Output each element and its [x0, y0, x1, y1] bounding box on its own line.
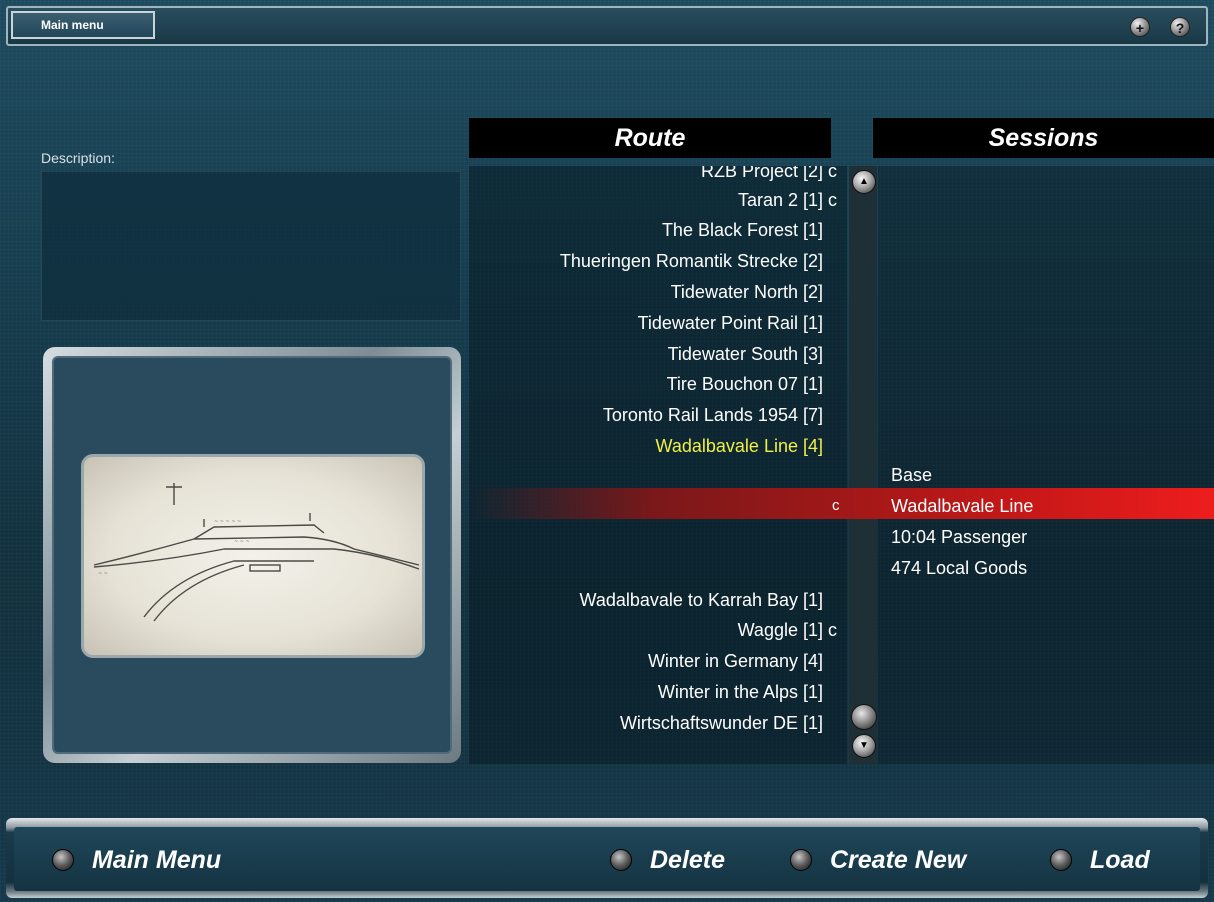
route-item[interactable]: Tire Bouchon 07 [1]: [667, 373, 823, 395]
preview-frame: ~ ~ ~ ~ ~ ~ ~ ~ ~ ~: [43, 347, 461, 763]
help-icon[interactable]: ?: [1170, 17, 1190, 37]
create-new-label: Create New: [830, 845, 967, 874]
description-box: [41, 171, 461, 321]
load-label: Load: [1090, 845, 1150, 874]
route-item[interactable]: Wadalbavale to Karrah Bay [1]: [580, 589, 823, 611]
main-menu-button[interactable]: Main Menu: [52, 842, 221, 878]
session-item[interactable]: Base: [891, 464, 932, 486]
route-item[interactable]: RZB Project [2] c: [701, 166, 837, 182]
route-item[interactable]: Waggle [1] c: [738, 619, 837, 641]
add-icon[interactable]: +: [1130, 17, 1150, 37]
route-item-active[interactable]: Wadalbavale Line [4]: [656, 435, 823, 457]
route-item[interactable]: Winter in the Alps [1]: [658, 681, 823, 703]
route-scrollbar[interactable]: [849, 166, 877, 764]
button-indicator-icon: [610, 849, 632, 871]
route-item[interactable]: Taran 2 [1] c: [738, 189, 837, 211]
route-item[interactable]: Thueringen Romantik Strecke [2]: [560, 250, 823, 272]
selection-highlight[interactable]: [469, 488, 1214, 519]
preview-inner: ~ ~ ~ ~ ~ ~ ~ ~ ~ ~: [52, 356, 452, 754]
route-item[interactable]: Winter in Germany [4]: [648, 650, 823, 672]
route-item[interactable]: Wirtschaftswunder DE [1]: [620, 712, 823, 734]
svg-text:~ ~ ~: ~ ~ ~: [234, 539, 250, 545]
button-indicator-icon: [1050, 849, 1072, 871]
route-list[interactable]: RZB Project [2] c Taran 2 [1] c The Blac…: [469, 166, 847, 764]
session-item[interactable]: 474 Local Goods: [891, 557, 1027, 579]
route-item[interactable]: Tidewater South [3]: [668, 343, 823, 365]
button-indicator-icon: [52, 849, 74, 871]
route-map-image: ~ ~ ~ ~ ~ ~ ~ ~ ~ ~: [81, 454, 425, 658]
sessions-header: Sessions: [873, 118, 1214, 158]
main-menu-tab[interactable]: Main menu: [11, 11, 155, 39]
route-item[interactable]: The Black Forest [1]: [662, 219, 823, 241]
route-item[interactable]: Toronto Rail Lands 1954 [7]: [603, 404, 823, 426]
top-bar: [6, 6, 1208, 46]
create-new-button[interactable]: Create New: [790, 842, 966, 878]
svg-text:~ ~ ~ ~ ~: ~ ~ ~ ~ ~: [214, 519, 241, 525]
selected-route-marker: c: [832, 497, 840, 514]
main-menu-label: Main Menu: [92, 845, 222, 874]
route-header: Route: [469, 118, 831, 158]
route-item[interactable]: Tidewater North [2]: [671, 281, 823, 303]
svg-text:~ ~: ~ ~: [98, 571, 108, 577]
route-item[interactable]: Tidewater Point Rail [1]: [638, 312, 823, 334]
session-item[interactable]: 10:04 Passenger: [891, 526, 1027, 548]
session-item-selected[interactable]: Wadalbavale Line: [891, 495, 1033, 517]
delete-button[interactable]: Delete: [610, 842, 725, 878]
delete-label: Delete: [650, 845, 726, 874]
scroll-thumb[interactable]: [851, 704, 877, 730]
load-button[interactable]: Load: [1050, 842, 1150, 878]
description-label: Description:: [41, 150, 115, 166]
scroll-up-icon[interactable]: ▲: [852, 170, 876, 194]
button-indicator-icon: [790, 849, 812, 871]
scroll-down-icon[interactable]: ▼: [852, 734, 876, 758]
